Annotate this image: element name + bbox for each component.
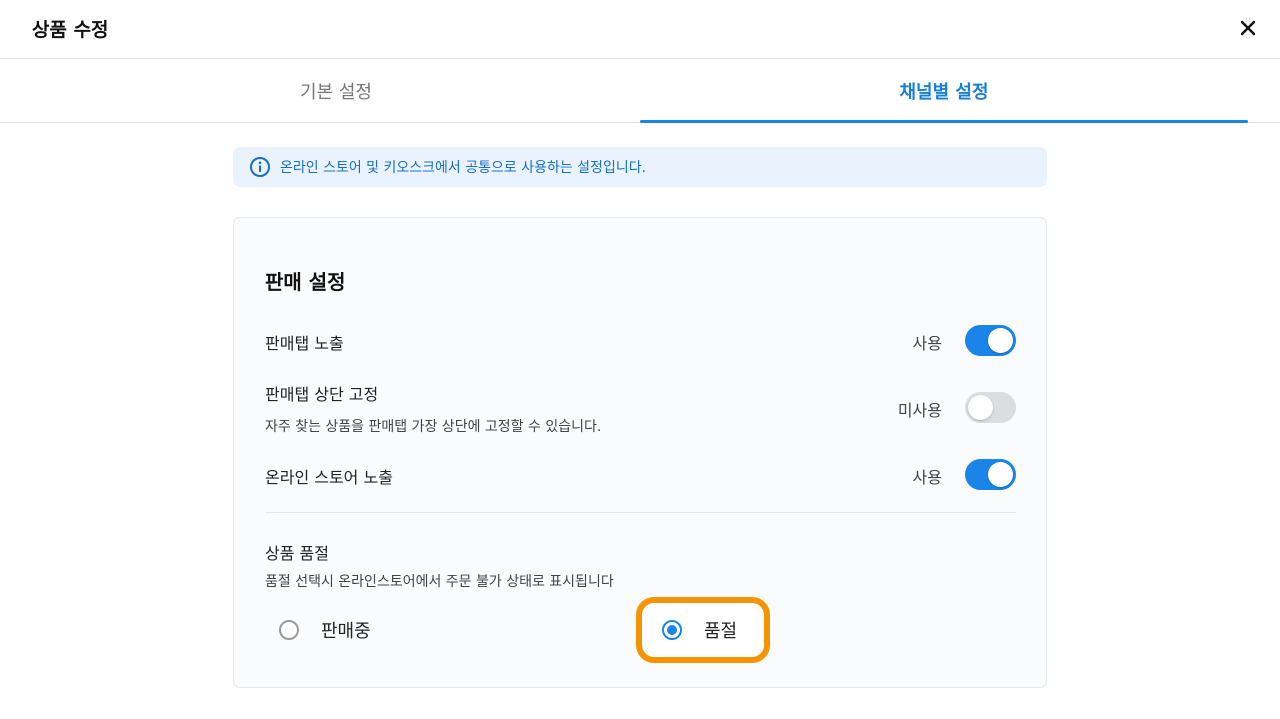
close-icon: [1240, 20, 1256, 36]
status-text: 사용: [912, 468, 942, 487]
info-notice: 온라인 스토어 및 키오스크에서 공통으로 사용하는 설정입니다.: [233, 147, 1047, 187]
row-description: 자주 찾는 상품을 판매탭 가장 상단에 고정할 수 있습니다.: [265, 419, 602, 435]
soldout-description: 품절 선택시 온라인스토어에서 주문 불가 상태로 표시됩니다: [265, 574, 614, 590]
tab-basic-settings[interactable]: 기본 설정: [32, 59, 640, 122]
online-store-exposure-toggle[interactable]: [965, 459, 1016, 490]
radio-label: 품절: [704, 621, 738, 642]
radio-option-on-sale[interactable]: 판매중: [279, 617, 371, 643]
section-title: 판매 설정: [265, 270, 346, 294]
row-label-sales-tab-exposure: 판매탭 노출: [265, 334, 344, 353]
modal-header: 상품 수정: [0, 0, 1280, 59]
radio-button-selected[interactable]: [662, 620, 682, 640]
notice-text: 온라인 스토어 및 키오스크에서 공통으로 사용하는 설정입니다.: [280, 160, 647, 176]
row-label-pin-top: 판매탭 상단 고정: [265, 385, 379, 404]
radio-option-soldout[interactable]: 품절: [662, 617, 737, 643]
info-icon: [249, 156, 271, 178]
tab-bar: 기본 설정 채널별 설정: [0, 59, 1280, 123]
radio-button[interactable]: [279, 620, 299, 640]
tab-label: 기본 설정: [300, 81, 372, 103]
toggle-knob: [988, 462, 1013, 487]
toggle-knob: [968, 395, 993, 420]
close-button[interactable]: [1234, 14, 1262, 42]
tab-channel-settings[interactable]: 채널별 설정: [640, 59, 1248, 123]
row-label-online-store-exposure: 온라인 스토어 노출: [265, 468, 393, 487]
pin-top-toggle[interactable]: [965, 392, 1016, 423]
divider: [265, 512, 1016, 513]
tab-label: 채널별 설정: [899, 81, 989, 103]
radio-label: 판매중: [321, 621, 371, 642]
sales-tab-exposure-toggle[interactable]: [965, 325, 1016, 356]
active-tab-indicator: [640, 120, 1248, 123]
page-title: 상품 수정: [32, 19, 109, 41]
toggle-knob: [988, 328, 1013, 353]
status-text: 사용: [912, 334, 942, 353]
status-text: 미사용: [897, 401, 942, 420]
soldout-label: 상품 품절: [265, 544, 329, 563]
